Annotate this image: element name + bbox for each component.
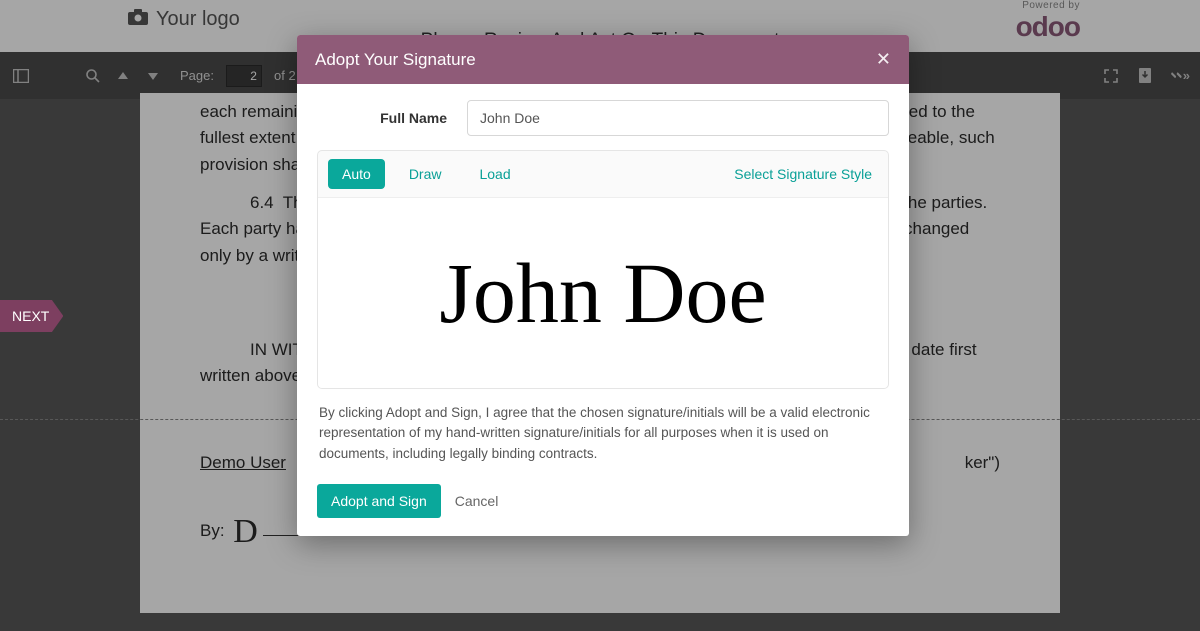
signer-name: Demo User bbox=[200, 450, 286, 476]
search-icon[interactable] bbox=[84, 67, 102, 85]
page-down-icon[interactable] bbox=[144, 67, 162, 85]
page-label: Page: bbox=[180, 68, 214, 83]
modal-header: Adopt Your Signature ✕ bbox=[297, 35, 909, 84]
fullname-label: Full Name bbox=[317, 110, 447, 126]
signature-preview: John Doe bbox=[439, 250, 766, 336]
tab-auto[interactable]: Auto bbox=[328, 159, 385, 189]
more-icon[interactable]: » bbox=[1170, 67, 1188, 85]
logo-text: Your logo bbox=[156, 8, 240, 31]
role-hint: ker") bbox=[965, 450, 1000, 476]
modal-footer: Adopt and Sign Cancel bbox=[297, 478, 909, 536]
sidebar-toggle-icon[interactable] bbox=[12, 67, 30, 85]
page-up-icon[interactable] bbox=[114, 67, 132, 85]
page-number-input[interactable] bbox=[226, 65, 262, 87]
signature-panel: Auto Draw Load Select Signature Style Jo… bbox=[317, 150, 889, 389]
logo-area[interactable]: Your logo bbox=[128, 8, 240, 31]
mini-signature: D bbox=[233, 506, 258, 559]
fullscreen-icon[interactable] bbox=[1102, 67, 1120, 85]
download-icon[interactable] bbox=[1136, 67, 1154, 85]
select-style-link[interactable]: Select Signature Style bbox=[734, 166, 872, 182]
tab-draw[interactable]: Draw bbox=[395, 159, 456, 189]
signature-modal: Adopt Your Signature ✕ Full Name Auto Dr… bbox=[297, 35, 909, 536]
next-flag[interactable]: NEXT bbox=[0, 300, 63, 332]
legal-text: By clicking Adopt and Sign, I agree that… bbox=[317, 389, 889, 478]
camera-icon bbox=[128, 8, 148, 31]
adopt-sign-button[interactable]: Adopt and Sign bbox=[317, 484, 441, 518]
page-of-label: of 2 bbox=[274, 68, 296, 83]
fullname-input[interactable] bbox=[467, 100, 889, 136]
cancel-button[interactable]: Cancel bbox=[455, 493, 499, 509]
tab-load[interactable]: Load bbox=[465, 159, 524, 189]
close-icon[interactable]: ✕ bbox=[876, 49, 891, 70]
powered-label: Powered by bbox=[1016, 0, 1080, 11]
signature-tabs: Auto Draw Load Select Signature Style bbox=[318, 151, 888, 198]
brand-logo: odoo bbox=[1016, 11, 1080, 43]
signature-canvas[interactable]: John Doe bbox=[318, 198, 888, 388]
powered-by: Powered by odoo bbox=[1016, 0, 1080, 43]
modal-title: Adopt Your Signature bbox=[315, 50, 476, 70]
